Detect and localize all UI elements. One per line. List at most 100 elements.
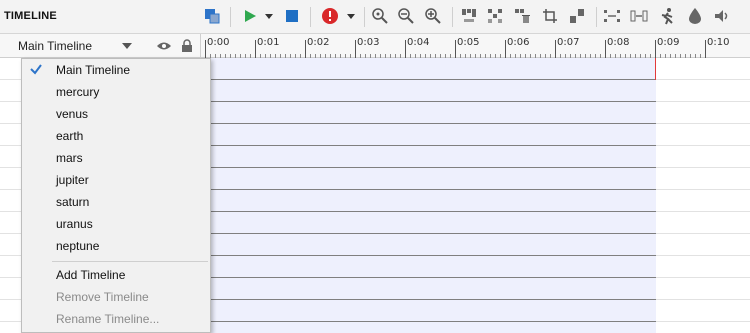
- empty-track-cell[interactable]: [656, 212, 750, 234]
- track-bar[interactable]: [210, 234, 656, 256]
- add-timeline-item[interactable]: Add Timeline: [22, 264, 210, 286]
- timeline-selector[interactable]: Main Timeline: [0, 34, 140, 58]
- ruler-major-tick: [305, 40, 306, 58]
- track-bar[interactable]: [210, 300, 656, 322]
- empty-track-cell[interactable]: [656, 322, 750, 333]
- empty-track-cell[interactable]: [656, 58, 750, 80]
- panel-title: TIMELINE: [4, 10, 57, 22]
- ruler-time-label: 0:03: [357, 37, 380, 48]
- menu-item-label: Rename Timeline...: [56, 312, 160, 326]
- zoom-in-icon[interactable]: [423, 6, 443, 26]
- track-bar[interactable]: [210, 102, 656, 124]
- ruler-time-label: 0:07: [557, 37, 580, 48]
- menu-item-timeline[interactable]: saturn: [22, 191, 210, 213]
- empty-track-cell[interactable]: [656, 102, 750, 124]
- menu-item-label: Main Timeline: [56, 63, 131, 77]
- ruler-time-label: 0:08: [607, 37, 630, 48]
- ruler-major-tick: [705, 40, 706, 58]
- track-bar[interactable]: [210, 190, 656, 212]
- track-bar[interactable]: [210, 212, 656, 234]
- time-ruler[interactable]: 0:00 0:01 0:02 0:03 0:04 0:05 0:06 0:07 0:08 0:09…: [200, 34, 750, 58]
- chevron-down-icon: [122, 43, 132, 49]
- empty-track-cell[interactable]: [656, 190, 750, 212]
- menu-item-label: jupiter: [56, 173, 89, 187]
- menu-item-label: mars: [56, 151, 83, 165]
- ruler-time-label: 0:06: [507, 37, 530, 48]
- track-bar[interactable]: [210, 124, 656, 146]
- ruler-major-tick: [605, 40, 606, 58]
- split-icon[interactable]: [567, 6, 587, 26]
- ruler-major-tick: [255, 40, 256, 58]
- ruler-major-tick: [505, 40, 506, 58]
- play-icon[interactable]: [240, 6, 260, 26]
- ruler-time-label: 0:04: [407, 37, 430, 48]
- timeline-toolbar: TIMELINE: [0, 0, 750, 34]
- selected-timeline-label: Main Timeline: [18, 39, 93, 53]
- empty-track-cell[interactable]: [656, 234, 750, 256]
- expand-icon[interactable]: [629, 6, 649, 26]
- delete-keyframe-icon[interactable]: [512, 6, 532, 26]
- sound-icon[interactable]: [712, 6, 732, 26]
- empty-track-cell[interactable]: [656, 124, 750, 146]
- remove-timeline-item[interactable]: Remove Timeline: [22, 286, 210, 308]
- rename-timeline-item[interactable]: Rename Timeline...: [22, 308, 210, 330]
- ruler-major-tick: [355, 40, 356, 58]
- fit-icon[interactable]: [602, 6, 622, 26]
- menu-divider: [52, 261, 208, 262]
- menu-item-label: Remove Timeline: [56, 290, 149, 304]
- stop-icon[interactable]: [282, 6, 302, 26]
- layers-icon[interactable]: [202, 6, 222, 26]
- distribute-icon[interactable]: [485, 6, 505, 26]
- motion-icon[interactable]: [657, 6, 677, 26]
- align-icon[interactable]: [459, 6, 479, 26]
- menu-item-timeline[interactable]: mercury: [22, 81, 210, 103]
- menu-item-timeline[interactable]: mars: [22, 147, 210, 169]
- ruler-major-tick: [655, 40, 656, 58]
- empty-track-cell[interactable]: [656, 168, 750, 190]
- empty-track-cell[interactable]: [656, 278, 750, 300]
- ruler-major-tick: [205, 40, 206, 58]
- timeline-dropdown-menu: Main Timeline mercury venus earth mars j…: [21, 58, 211, 333]
- track-bar[interactable]: [210, 278, 656, 300]
- play-options-chevron-icon[interactable]: [262, 6, 276, 26]
- ruler-time-label: 0:02: [307, 37, 330, 48]
- menu-item-label: Add Timeline: [56, 268, 126, 282]
- menu-item-label: neptune: [56, 239, 100, 253]
- empty-track-cell[interactable]: [656, 80, 750, 102]
- empty-track-cell[interactable]: [656, 300, 750, 322]
- ruler-major-tick: [555, 40, 556, 58]
- playhead-marker[interactable]: [655, 58, 656, 80]
- checkmark-icon: [30, 64, 42, 75]
- track-bar[interactable]: [210, 322, 656, 333]
- menu-item-label: venus: [56, 107, 89, 121]
- menu-item-timeline[interactable]: earth: [22, 125, 210, 147]
- ruler-time-label: 0:01: [257, 37, 280, 48]
- menu-item-label: uranus: [56, 217, 93, 231]
- empty-track-cell[interactable]: [656, 146, 750, 168]
- track-bar[interactable]: [210, 80, 656, 102]
- menu-item-timeline[interactable]: neptune: [22, 235, 210, 257]
- menu-item-timeline[interactable]: Main Timeline: [22, 59, 210, 81]
- track-bar[interactable]: [210, 256, 656, 278]
- record-options-chevron-icon[interactable]: [344, 6, 358, 26]
- ruler-time-label: 0:10: [707, 37, 730, 48]
- track-bar[interactable]: [210, 58, 656, 80]
- crop-icon[interactable]: [540, 6, 560, 26]
- drop-icon[interactable]: [685, 6, 705, 26]
- eye-icon[interactable]: [156, 38, 172, 54]
- empty-track-cell[interactable]: [656, 256, 750, 278]
- track-bar[interactable]: [210, 168, 656, 190]
- menu-item-timeline[interactable]: venus: [22, 103, 210, 125]
- menu-item-timeline[interactable]: jupiter: [22, 169, 210, 191]
- track-bar[interactable]: [210, 146, 656, 168]
- lock-icon[interactable]: [179, 38, 195, 54]
- timeline-header: Main Timeline 0:00 0:01 0:02 0:03 0:04 0:05 0:…: [0, 34, 750, 58]
- ruler-major-tick: [405, 40, 406, 58]
- zoom-out-icon[interactable]: [396, 6, 416, 26]
- zoom-reset-icon[interactable]: [370, 6, 390, 26]
- ruler-time-label: 0:05: [457, 37, 480, 48]
- ruler-major-tick: [455, 40, 456, 58]
- record-alert-icon[interactable]: [320, 6, 340, 26]
- ruler-time-label: 0:00: [207, 37, 230, 48]
- menu-item-timeline[interactable]: uranus: [22, 213, 210, 235]
